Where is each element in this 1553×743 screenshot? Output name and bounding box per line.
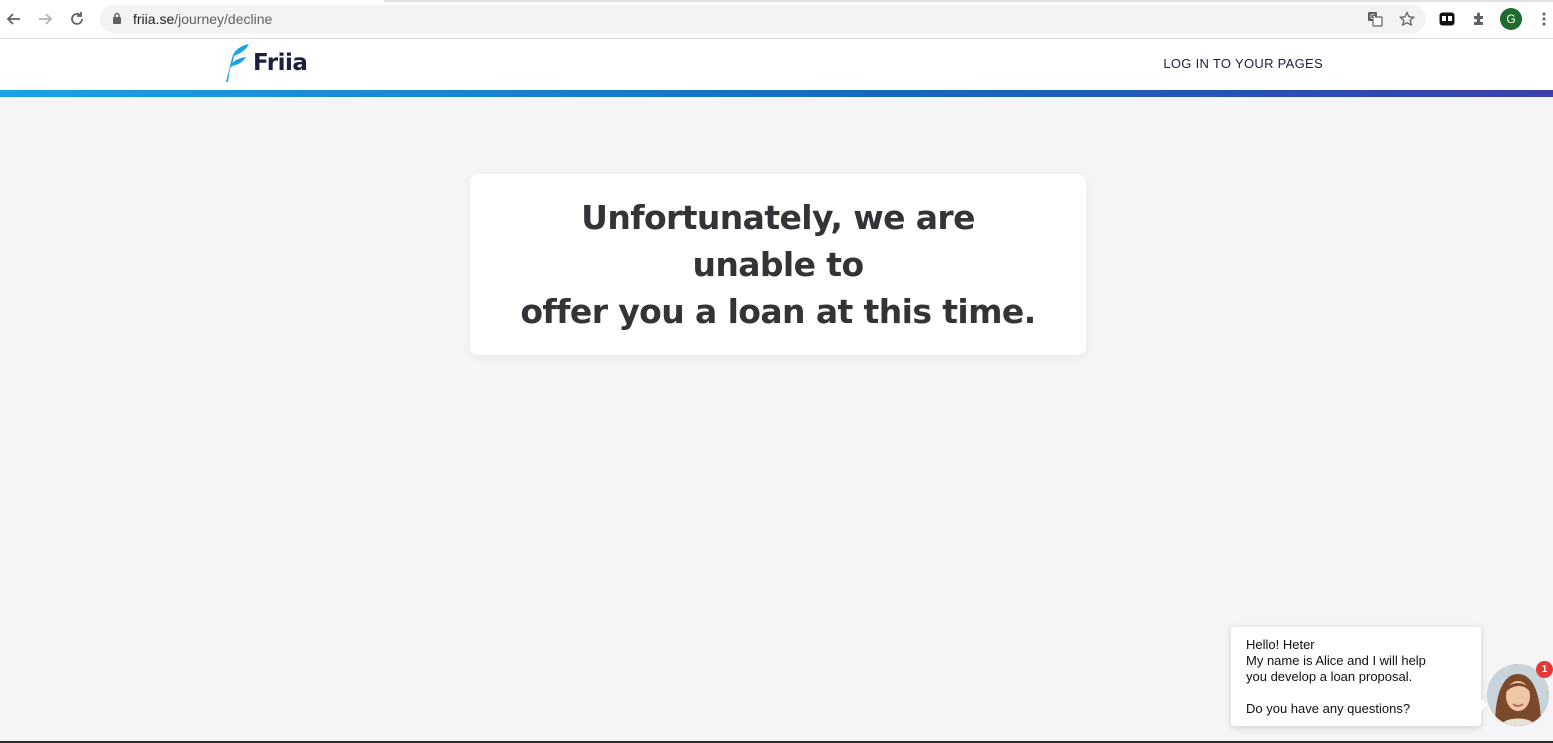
extension-icon[interactable]: [1436, 8, 1458, 30]
translate-icon[interactable]: G: [1365, 9, 1385, 29]
star-icon[interactable]: [1397, 9, 1417, 29]
forward-icon[interactable]: [34, 8, 56, 30]
decline-message: Unfortunately, we are unable to offer yo…: [518, 194, 1038, 335]
reload-icon[interactable]: [66, 8, 88, 30]
url-text[interactable]: friia.se/journey/decline: [133, 11, 272, 27]
logo-text: Friia: [253, 50, 308, 76]
site-header: Friia LOG IN TO YOUR PAGES: [0, 39, 1553, 90]
browser-toolbar: friia.se/journey/decline G G: [0, 0, 1553, 39]
chat-question: Do you have any questions?: [1246, 701, 1411, 716]
puzzle-icon[interactable]: [1468, 8, 1490, 30]
accent-bar: [0, 90, 1553, 97]
url-domain: friia.se: [133, 11, 175, 27]
chat-line1: My name is Alice and I will help: [1246, 653, 1426, 668]
more-icon[interactable]: [1533, 8, 1553, 30]
decline-card: Unfortunately, we are unable to offer yo…: [470, 174, 1086, 355]
chat-greeting: Hello! Heter: [1246, 637, 1315, 652]
url-path: /journey/decline: [174, 11, 273, 27]
lock-icon[interactable]: [112, 12, 122, 30]
chat-notification-badge: 1: [1536, 661, 1553, 678]
tab-strip: [0, 0, 1553, 2]
chat-line2: you develop a loan proposal.: [1246, 669, 1413, 684]
decline-message-line1: Unfortunately, we are unable to: [581, 198, 975, 284]
svg-text:G: G: [1370, 13, 1375, 21]
profile-avatar[interactable]: G: [1500, 8, 1522, 30]
decline-message-line2: offer you a loan at this time.: [520, 292, 1036, 331]
login-link[interactable]: LOG IN TO YOUR PAGES: [1163, 56, 1323, 71]
back-icon[interactable]: [3, 8, 25, 30]
friia-logo[interactable]: Friia: [226, 43, 308, 83]
friia-logo-icon: [226, 44, 249, 82]
chat-bubble[interactable]: Hello! Heter My name is Alice and I will…: [1231, 627, 1487, 726]
address-bar[interactable]: friia.se/journey/decline G: [100, 5, 1426, 33]
